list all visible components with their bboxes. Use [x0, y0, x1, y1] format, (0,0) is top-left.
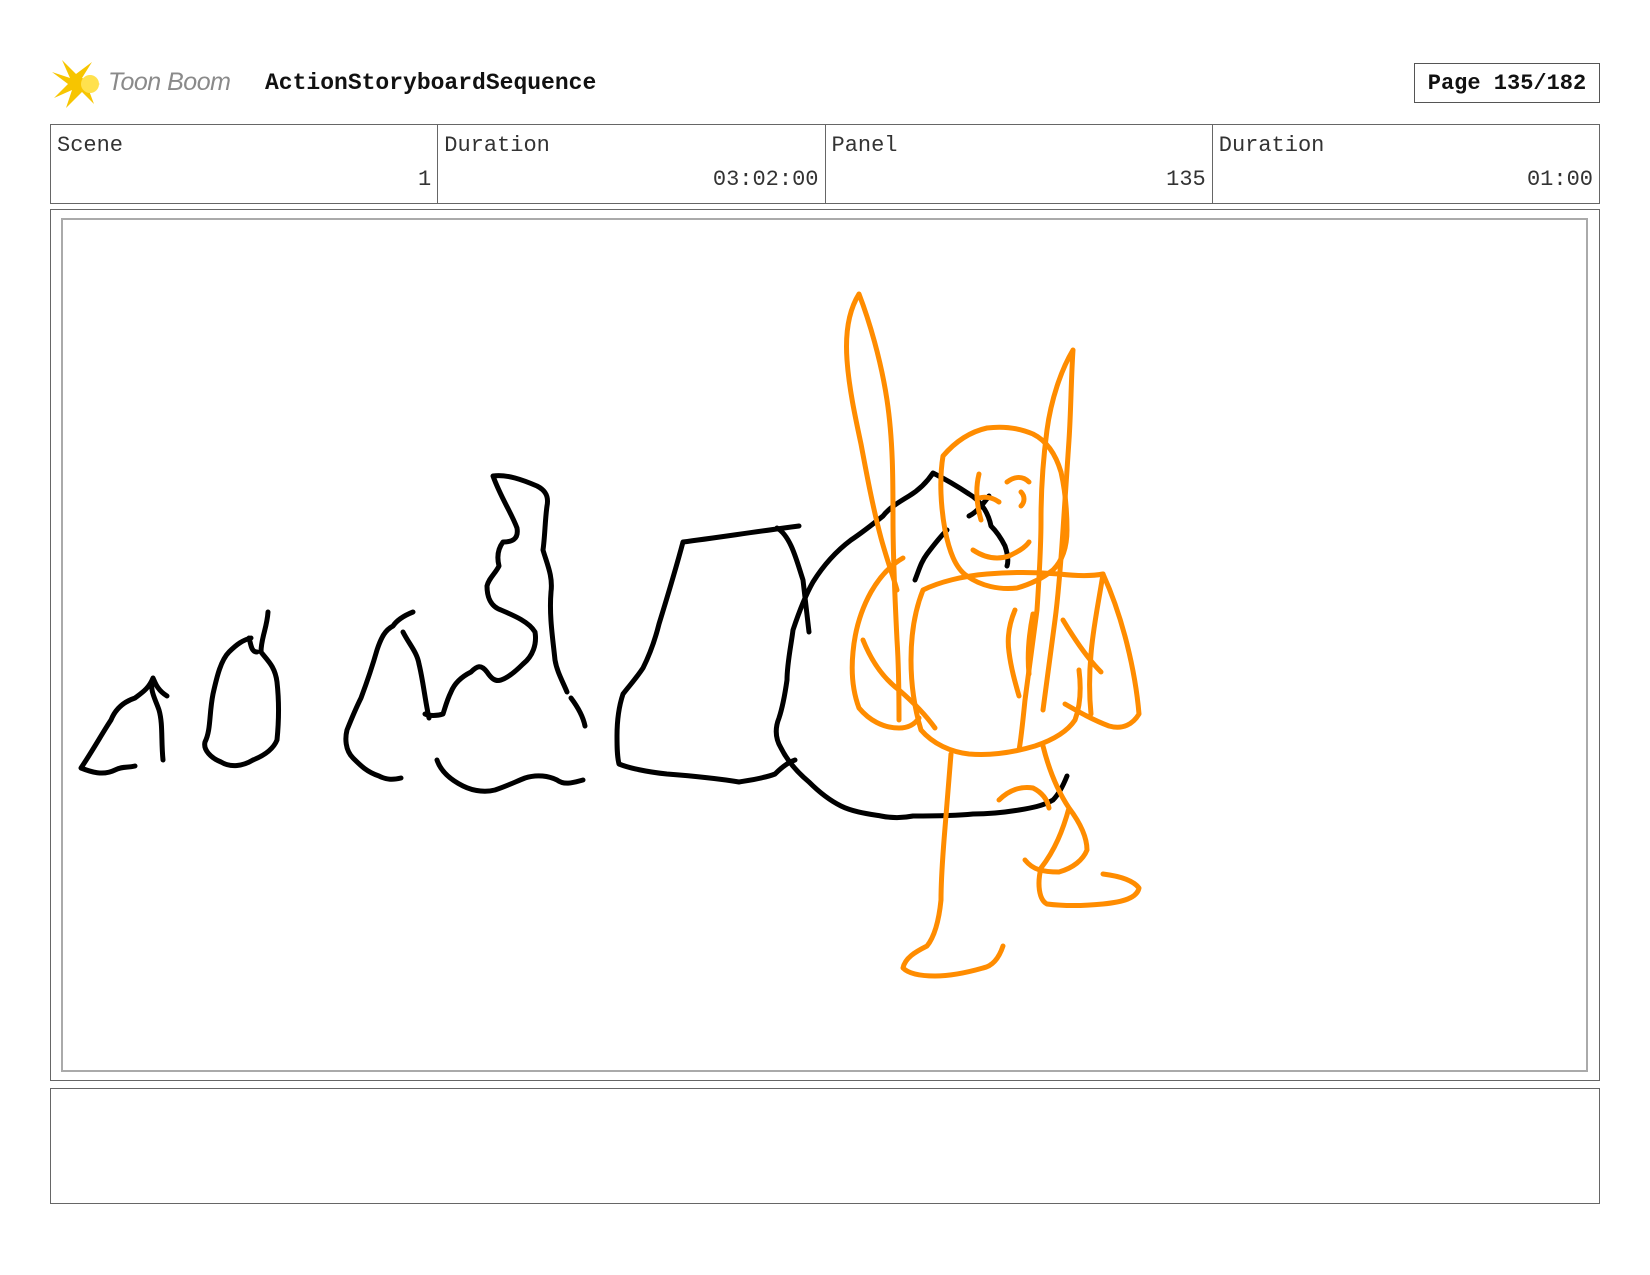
rock-tall-thin: [202, 609, 281, 769]
panel-frame: [50, 209, 1600, 1081]
rock-jagged: [343, 609, 432, 782]
character-leg-left: [900, 751, 1006, 979]
info-table: Scene 1 Duration 03:02:00 Panel 135 Dura…: [50, 124, 1600, 204]
character-face: [970, 471, 1032, 561]
panel-duration-cell: Duration 01:00: [1213, 125, 1599, 203]
scene-cell: Scene 1: [51, 125, 439, 203]
scene-value: 1: [418, 167, 432, 192]
panel-duration-value: 01:00: [1526, 167, 1593, 192]
toon-boom-logo: Toon Boom: [52, 58, 252, 110]
rock-sketches: [78, 470, 1070, 820]
character-arm-right: [1060, 571, 1142, 730]
notes-box: [50, 1088, 1600, 1204]
storyboard-sketch: [78, 291, 1142, 979]
character-leg-right: [1022, 743, 1142, 908]
character-torso: [908, 570, 1106, 757]
rock-small: [78, 675, 170, 776]
panel-label: Panel: [831, 133, 898, 158]
rock-spire: [422, 473, 588, 794]
scene-duration-cell: Duration 03:02:00: [438, 125, 826, 203]
panel-canvas: [61, 218, 1588, 1072]
star-burst-icon: [52, 60, 100, 108]
rock-large: [773, 470, 1070, 820]
logo-text: Toon Boom: [108, 68, 231, 96]
character-head: [938, 424, 1070, 591]
page-indicator: Page 135/182: [1414, 63, 1600, 103]
scene-duration-value: 03:02:00: [712, 167, 819, 192]
sequence-title: ActionStoryboardSequence: [265, 70, 597, 96]
scene-duration-label: Duration: [444, 133, 550, 158]
panel-value: 135: [1166, 167, 1206, 192]
scene-label: Scene: [57, 133, 124, 158]
panel-cell: Panel 135: [826, 125, 1213, 203]
character-sketch: [844, 291, 1142, 979]
panel-duration-label: Duration: [1218, 133, 1325, 158]
